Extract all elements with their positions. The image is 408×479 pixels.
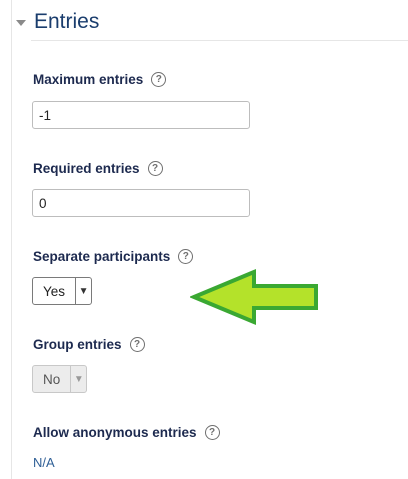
allow-anonymous-entries-value: N/A [33, 455, 55, 470]
separate-participants-label-text: Separate participants [33, 249, 171, 264]
maximum-entries-label-text: Maximum entries [33, 72, 144, 87]
entries-settings-panel: Entries Maximum entries ? -1 Required en… [0, 0, 408, 479]
section-title: Entries [34, 10, 100, 33]
question-circle-icon[interactable]: ? [147, 161, 163, 176]
header-divider [31, 40, 408, 41]
chevron-down-icon: ▼ [70, 366, 86, 392]
chevron-down-icon[interactable]: ▼ [75, 278, 91, 304]
group-entries-label-text: Group entries [33, 337, 122, 352]
question-circle-icon[interactable]: ? [151, 72, 167, 87]
required-entries-input[interactable]: 0 [32, 189, 250, 217]
group-entries-select: No ▼ [32, 365, 88, 393]
separate-participants-selected: Yes [43, 283, 66, 299]
left-divider [11, 0, 12, 479]
question-circle-icon[interactable]: ? [178, 249, 194, 264]
question-circle-icon[interactable]: ? [129, 337, 145, 352]
entries-section-header[interactable]: Entries [16, 6, 99, 38]
required-entries-label: Required entries ? [33, 161, 163, 176]
maximum-entries-label: Maximum entries ? [33, 72, 167, 87]
allow-anonymous-entries-label: Allow anonymous entries ? [33, 425, 220, 440]
arrow-left-icon [190, 269, 318, 325]
allow-anonymous-entries-label-text: Allow anonymous entries [33, 425, 197, 440]
maximum-entries-input[interactable]: -1 [32, 101, 250, 129]
question-circle-icon[interactable]: ? [204, 425, 220, 440]
required-entries-label-text: Required entries [33, 161, 140, 176]
group-entries-selected: No [43, 371, 61, 387]
triangle-down-icon[interactable] [16, 20, 26, 26]
group-entries-label: Group entries ? [33, 337, 145, 352]
separate-participants-select[interactable]: Yes ▼ [32, 277, 93, 305]
separate-participants-label: Separate participants ? [33, 249, 194, 264]
